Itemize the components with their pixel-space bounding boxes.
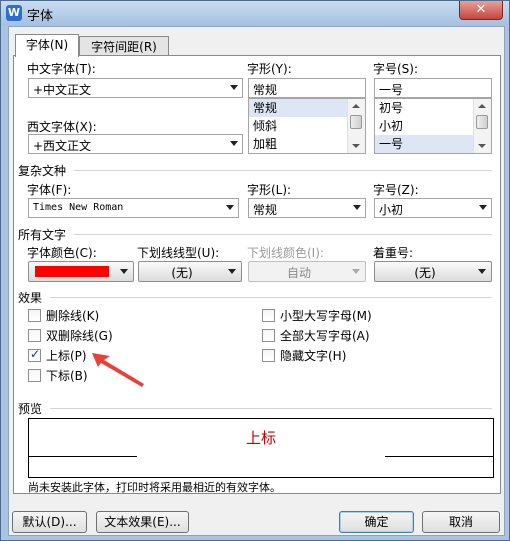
style-value: 常规	[253, 83, 278, 97]
divider	[50, 408, 492, 409]
underline-color-value: 自动	[286, 266, 311, 280]
complex-font-label: 字体(F):	[27, 183, 72, 197]
chinese-font-value: +中文正文	[33, 83, 92, 97]
all-caps-label[interactable]: 全部大写字母(A)	[280, 327, 370, 344]
preview-sample-text: 上标	[245, 429, 276, 447]
emphasis-mark-select[interactable]: (无)	[374, 261, 492, 282]
style-input[interactable]: 常规	[248, 78, 366, 98]
size-list[interactable]: 初号 小初 一号	[374, 98, 492, 154]
font-dialog: W 字体 ✕ 字体(N) 字符间距(R) 中文字体(T): +中文正文 字形(Y…	[0, 0, 510, 541]
size-value: 一号	[379, 83, 404, 97]
complex-font-select[interactable]: Times New Roman	[28, 198, 239, 218]
underline-style-select[interactable]: (无)	[138, 261, 242, 282]
chevron-down-icon	[478, 269, 486, 274]
western-font-label: 西文字体(X):	[27, 120, 97, 134]
hidden-text-label[interactable]: 隐藏文字(H)	[280, 347, 346, 364]
complex-style-value: 常规	[253, 203, 278, 217]
complex-style-select[interactable]: 常规	[248, 198, 366, 218]
strikethrough-label[interactable]: 删除线(K)	[46, 307, 99, 324]
baseline-left	[29, 456, 137, 457]
chevron-down-icon	[479, 205, 487, 210]
chinese-font-label: 中文字体(T):	[27, 62, 96, 76]
strikethrough-checkbox[interactable]	[28, 309, 41, 322]
scroll-up-icon[interactable]	[352, 104, 360, 108]
preview-box: 上标	[28, 418, 494, 478]
style-label: 字形(Y):	[247, 62, 292, 76]
complex-size-label: 字号(Z):	[373, 183, 419, 197]
chevron-down-icon	[230, 85, 238, 90]
default-button[interactable]: 默认(D)...	[12, 511, 87, 533]
double-strikethrough-label[interactable]: 双删除线(G)	[46, 327, 113, 344]
title-bar[interactable]: W 字体 ✕	[1, 1, 509, 25]
underline-style-label: 下划线线型(U):	[137, 246, 220, 260]
scroll-thumb[interactable]	[476, 115, 488, 129]
double-strikethrough-checkbox[interactable]	[28, 329, 41, 342]
divider	[74, 170, 492, 171]
scroll-up-icon[interactable]	[478, 104, 486, 108]
emphasis-mark-value: (无)	[414, 266, 436, 280]
complex-size-select[interactable]: 小初	[374, 198, 492, 218]
scroll-thumb[interactable]	[350, 115, 362, 129]
font-color-picker[interactable]	[28, 261, 134, 282]
text-effect-button[interactable]: 文本效果(E)...	[96, 511, 189, 533]
small-caps-checkbox[interactable]	[262, 309, 275, 322]
western-font-value: +西文正文	[33, 139, 92, 153]
ok-button[interactable]: 确定	[339, 511, 414, 533]
size-scrollbar[interactable]	[473, 99, 491, 153]
all-caps-checkbox[interactable]	[262, 329, 275, 342]
scroll-down-icon[interactable]	[478, 144, 486, 148]
divider	[74, 234, 492, 235]
complex-font-value: Times New Roman	[33, 202, 124, 213]
size-input[interactable]: 一号	[374, 78, 492, 98]
annotation-arrow-icon	[92, 353, 144, 387]
wps-app-icon: W	[6, 5, 22, 21]
emphasis-mark-label: 着重号:	[373, 246, 414, 260]
style-scrollbar[interactable]	[347, 99, 365, 153]
chevron-down-icon	[353, 205, 361, 210]
underline-color-select[interactable]: 自动	[248, 261, 366, 282]
underline-style-value: (无)	[171, 266, 193, 280]
style-list[interactable]: 常规 倾斜 加粗	[248, 98, 366, 154]
baseline-right	[385, 456, 493, 457]
superscript-checkbox[interactable]	[28, 347, 41, 362]
all-text-section: 所有文字	[18, 228, 67, 242]
size-label: 字号(S):	[373, 62, 419, 76]
superscript-label[interactable]: 上标(P)	[46, 347, 87, 364]
tab-character-spacing[interactable]: 字符间距(R)	[79, 36, 169, 57]
tab-font[interactable]: 字体(N)	[15, 34, 79, 57]
divider	[50, 297, 492, 298]
small-caps-label[interactable]: 小型大写字母(M)	[280, 307, 372, 324]
chevron-down-icon	[352, 269, 360, 274]
font-not-installed-note: 尚未安装此字体，打印时将采用最相近的有效字体。	[28, 481, 281, 494]
chevron-down-icon	[230, 141, 238, 146]
chevron-down-icon	[228, 269, 236, 274]
chinese-font-select[interactable]: +中文正文	[28, 78, 243, 98]
scroll-down-icon[interactable]	[352, 144, 360, 148]
effects-section: 效果	[18, 291, 43, 305]
hidden-text-checkbox[interactable]	[262, 349, 275, 362]
underline-color-label: 下划线颜色(I):	[247, 246, 324, 260]
subscript-checkbox[interactable]	[28, 369, 41, 382]
complex-size-value: 小初	[379, 203, 404, 217]
chevron-down-icon	[226, 205, 234, 210]
preview-section: 预览	[18, 402, 43, 416]
subscript-label[interactable]: 下标(B)	[46, 367, 88, 384]
cancel-button[interactable]: 取消	[422, 511, 500, 533]
window-title: 字体	[27, 9, 54, 24]
chevron-down-icon	[120, 269, 128, 274]
font-color-label: 字体颜色(C):	[27, 246, 97, 260]
close-button[interactable]: ✕	[459, 1, 503, 20]
font-color-swatch	[35, 266, 109, 277]
complex-script-section: 复杂文种	[18, 164, 67, 178]
complex-style-label: 字形(L):	[247, 183, 292, 197]
western-font-select[interactable]: +西文正文	[28, 134, 243, 154]
dialog-client: 字体(N) 字符间距(R) 中文字体(T): +中文正文 字形(Y): 常规 常…	[8, 26, 505, 536]
font-tab-panel: 中文字体(T): +中文正文 字形(Y): 常规 常规 倾斜 加粗 字号(S):…	[13, 55, 501, 494]
